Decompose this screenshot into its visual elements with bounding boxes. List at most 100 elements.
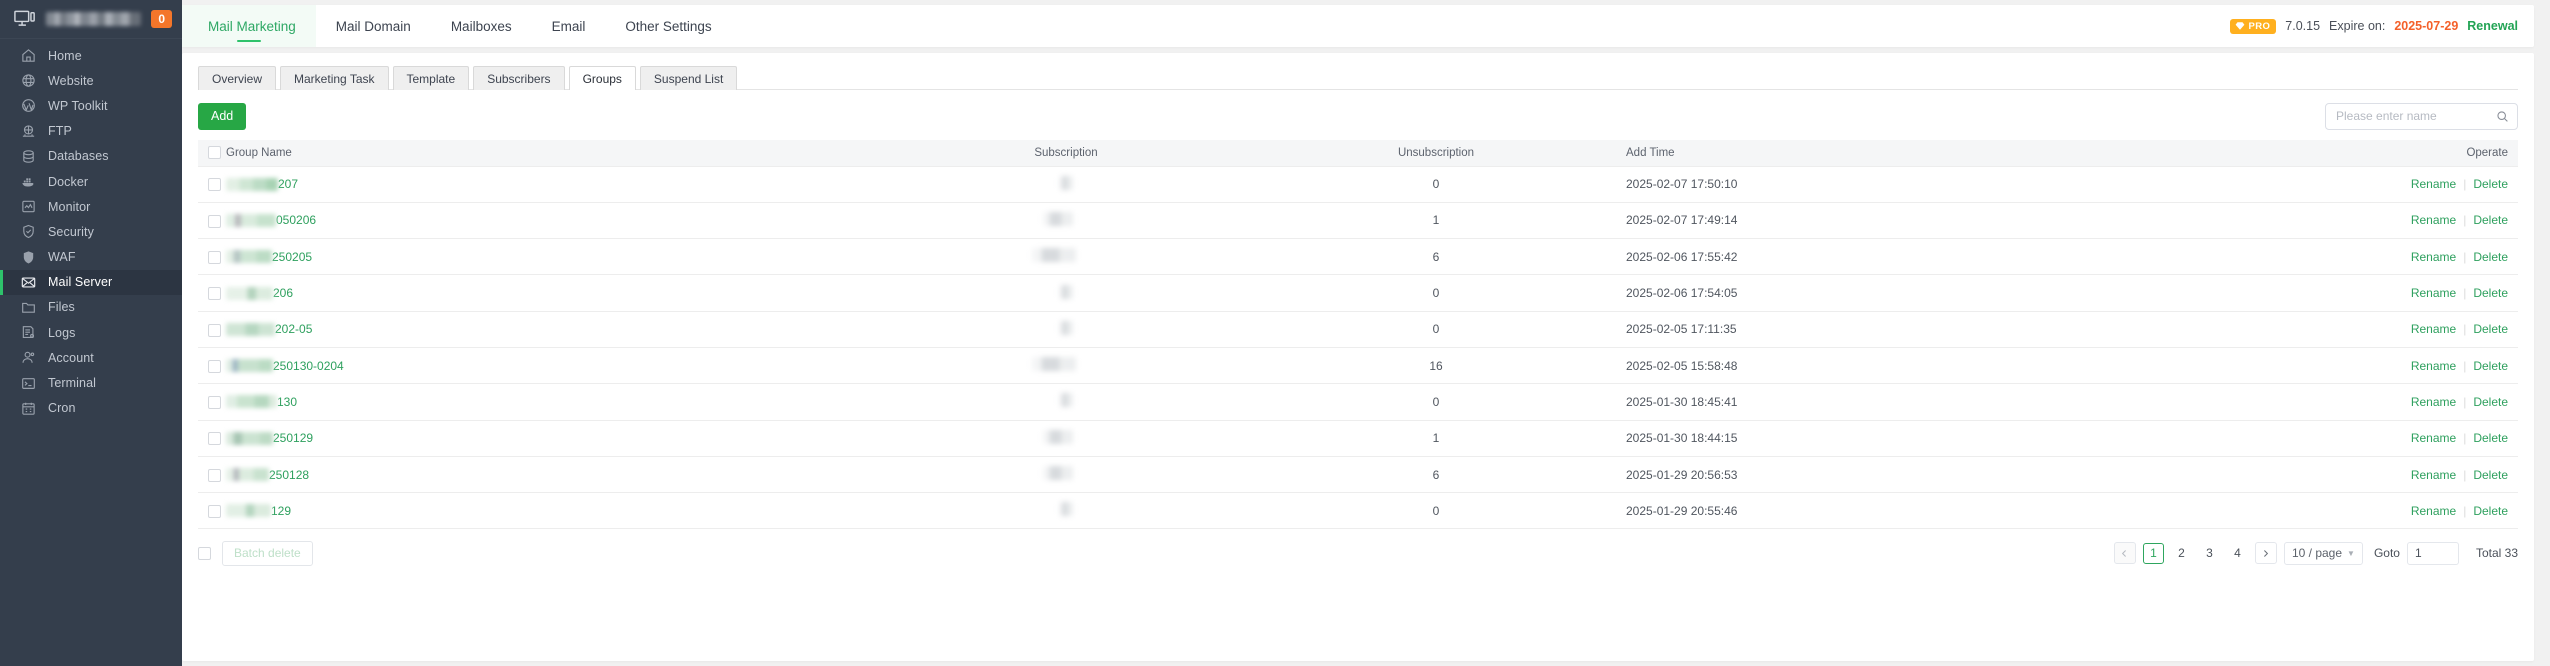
notification-badge[interactable]: 0 xyxy=(151,10,172,28)
page-4-button[interactable]: 4 xyxy=(2227,543,2248,564)
tab-mailboxes[interactable]: Mailboxes xyxy=(431,5,532,47)
cell-add-time: 2025-02-07 17:50:10 xyxy=(1626,166,2146,203)
docker-icon xyxy=(21,174,36,189)
row-checkbox[interactable] xyxy=(208,323,221,337)
page-size-select[interactable]: 10 / page ▼ xyxy=(2283,541,2363,565)
page-1-button[interactable]: 1 xyxy=(2142,542,2164,564)
subtab-subscribers[interactable]: Subscribers xyxy=(473,66,565,90)
sidebar-item-waf[interactable]: WAF xyxy=(0,245,182,270)
subtab-overview[interactable]: Overview xyxy=(198,66,277,90)
col-group-name: Group Name xyxy=(226,140,886,167)
tab-mail-domain[interactable]: Mail Domain xyxy=(316,5,431,47)
select-all-checkbox[interactable] xyxy=(208,146,221,160)
sidebar-item-wp-toolkit[interactable]: WP Toolkit xyxy=(0,93,182,118)
sidebar-item-cron[interactable]: Cron xyxy=(0,396,182,421)
row-checkbox[interactable] xyxy=(208,432,221,446)
row-checkbox[interactable] xyxy=(208,468,221,482)
action-separator: | xyxy=(2463,322,2467,337)
row-checkbox[interactable] xyxy=(208,359,221,373)
sidebar-item-label: Files xyxy=(48,300,75,315)
delete-link[interactable]: Delete xyxy=(2473,213,2508,227)
sidebar-item-ftp[interactable]: FTP xyxy=(0,119,182,144)
rename-link[interactable]: Rename xyxy=(2411,250,2456,264)
sidebar-item-logs[interactable]: Logs xyxy=(0,320,182,345)
search-icon[interactable] xyxy=(2496,110,2509,123)
expire-label: Expire on: xyxy=(2329,19,2386,33)
sidebar-item-databases[interactable]: Databases xyxy=(0,144,182,169)
group-name-redacted xyxy=(226,431,273,445)
rename-link[interactable]: Rename xyxy=(2411,359,2456,373)
row-checkbox[interactable] xyxy=(208,287,221,301)
group-name-redacted xyxy=(226,250,272,264)
cell-group-name: 207 xyxy=(226,166,886,203)
row-checkbox[interactable] xyxy=(208,396,221,410)
cell-operate: Rename | Delete xyxy=(2146,420,2518,457)
sidebar-item-label: FTP xyxy=(48,124,72,139)
tab-mail-marketing[interactable]: Mail Marketing xyxy=(182,5,316,47)
page-2-button[interactable]: 2 xyxy=(2171,543,2192,564)
sidebar-item-mail-server[interactable]: Mail Server xyxy=(0,269,182,296)
cell-operate: Rename | Delete xyxy=(2146,238,2518,276)
sidebar-item-files[interactable]: Files xyxy=(0,295,182,320)
terminal-icon xyxy=(21,376,36,391)
sidebar-item-security[interactable]: Security xyxy=(0,219,182,244)
sidebar-item-website[interactable]: Website xyxy=(0,68,182,93)
prev-page-button[interactable] xyxy=(2113,542,2136,565)
wordpress-icon xyxy=(21,98,36,113)
cell-add-time: 2025-02-05 15:58:48 xyxy=(1626,347,2146,385)
delete-link[interactable]: Delete xyxy=(2473,177,2508,191)
delete-link[interactable]: Delete xyxy=(2473,468,2508,482)
tab-other-settings[interactable]: Other Settings xyxy=(605,5,731,47)
sidebar-item-label: Docker xyxy=(48,174,89,189)
renewal-link[interactable]: Renewal xyxy=(2467,19,2518,33)
delete-link[interactable]: Delete xyxy=(2473,431,2508,445)
subtab-suspend-list[interactable]: Suspend List xyxy=(639,66,738,90)
version-label: 7.0.15 xyxy=(2285,19,2321,33)
tab-email[interactable]: Email xyxy=(532,5,606,47)
rename-link[interactable]: Rename xyxy=(2411,286,2456,300)
sidebar-item-docker[interactable]: Docker xyxy=(0,169,182,194)
sidebar-item-label: Terminal xyxy=(48,376,97,391)
row-checkbox[interactable] xyxy=(208,214,221,228)
cell-group-name: 250205 xyxy=(226,238,886,276)
rename-link[interactable]: Rename xyxy=(2411,431,2456,445)
sidebar-item-monitor[interactable]: Monitor xyxy=(0,194,182,219)
table-row: 250205 6 2025-02-06 17:55:42 Rename | Delete xyxy=(198,238,2518,276)
row-select-cell xyxy=(198,420,226,457)
row-select-cell xyxy=(198,274,226,312)
footer-select-all-checkbox[interactable] xyxy=(198,546,211,560)
subtab-marketing-task[interactable]: Marketing Task xyxy=(280,66,389,90)
delete-link[interactable]: Delete xyxy=(2473,322,2508,336)
subtab-template[interactable]: Template xyxy=(392,66,470,90)
rename-link[interactable]: Rename xyxy=(2411,177,2456,191)
batch-delete-button[interactable]: Batch delete xyxy=(222,540,313,566)
row-select-cell xyxy=(198,202,226,240)
cell-subscription xyxy=(886,492,1246,530)
search-input[interactable] xyxy=(2336,109,2496,123)
rename-link[interactable]: Rename xyxy=(2411,504,2456,518)
pro-badge: PRO xyxy=(2230,18,2277,34)
sidebar-item-account[interactable]: Account xyxy=(0,345,182,370)
delete-link[interactable]: Delete xyxy=(2473,359,2508,373)
next-page-button[interactable] xyxy=(2254,542,2277,565)
delete-link[interactable]: Delete xyxy=(2473,250,2508,264)
search-box[interactable] xyxy=(2325,102,2518,130)
add-button[interactable]: Add xyxy=(198,102,247,130)
delete-link[interactable]: Delete xyxy=(2473,395,2508,409)
sidebar-item-terminal[interactable]: Terminal xyxy=(0,370,182,395)
rename-link[interactable]: Rename xyxy=(2411,395,2456,409)
rename-link[interactable]: Rename xyxy=(2411,322,2456,336)
subtab-groups[interactable]: Groups xyxy=(568,66,636,91)
delete-link[interactable]: Delete xyxy=(2473,286,2508,300)
row-checkbox[interactable] xyxy=(208,178,221,192)
delete-link[interactable]: Delete xyxy=(2473,504,2508,518)
rename-link[interactable]: Rename xyxy=(2411,213,2456,227)
page-3-button[interactable]: 3 xyxy=(2199,543,2220,564)
row-checkbox[interactable] xyxy=(208,250,221,264)
sidebar-item-home[interactable]: Home xyxy=(0,43,182,68)
goto-input[interactable] xyxy=(2406,541,2459,565)
group-name-suffix: 050206 xyxy=(276,213,317,228)
sidebar-logo[interactable]: 0 xyxy=(0,0,182,39)
rename-link[interactable]: Rename xyxy=(2411,468,2456,482)
row-checkbox[interactable] xyxy=(208,504,221,518)
